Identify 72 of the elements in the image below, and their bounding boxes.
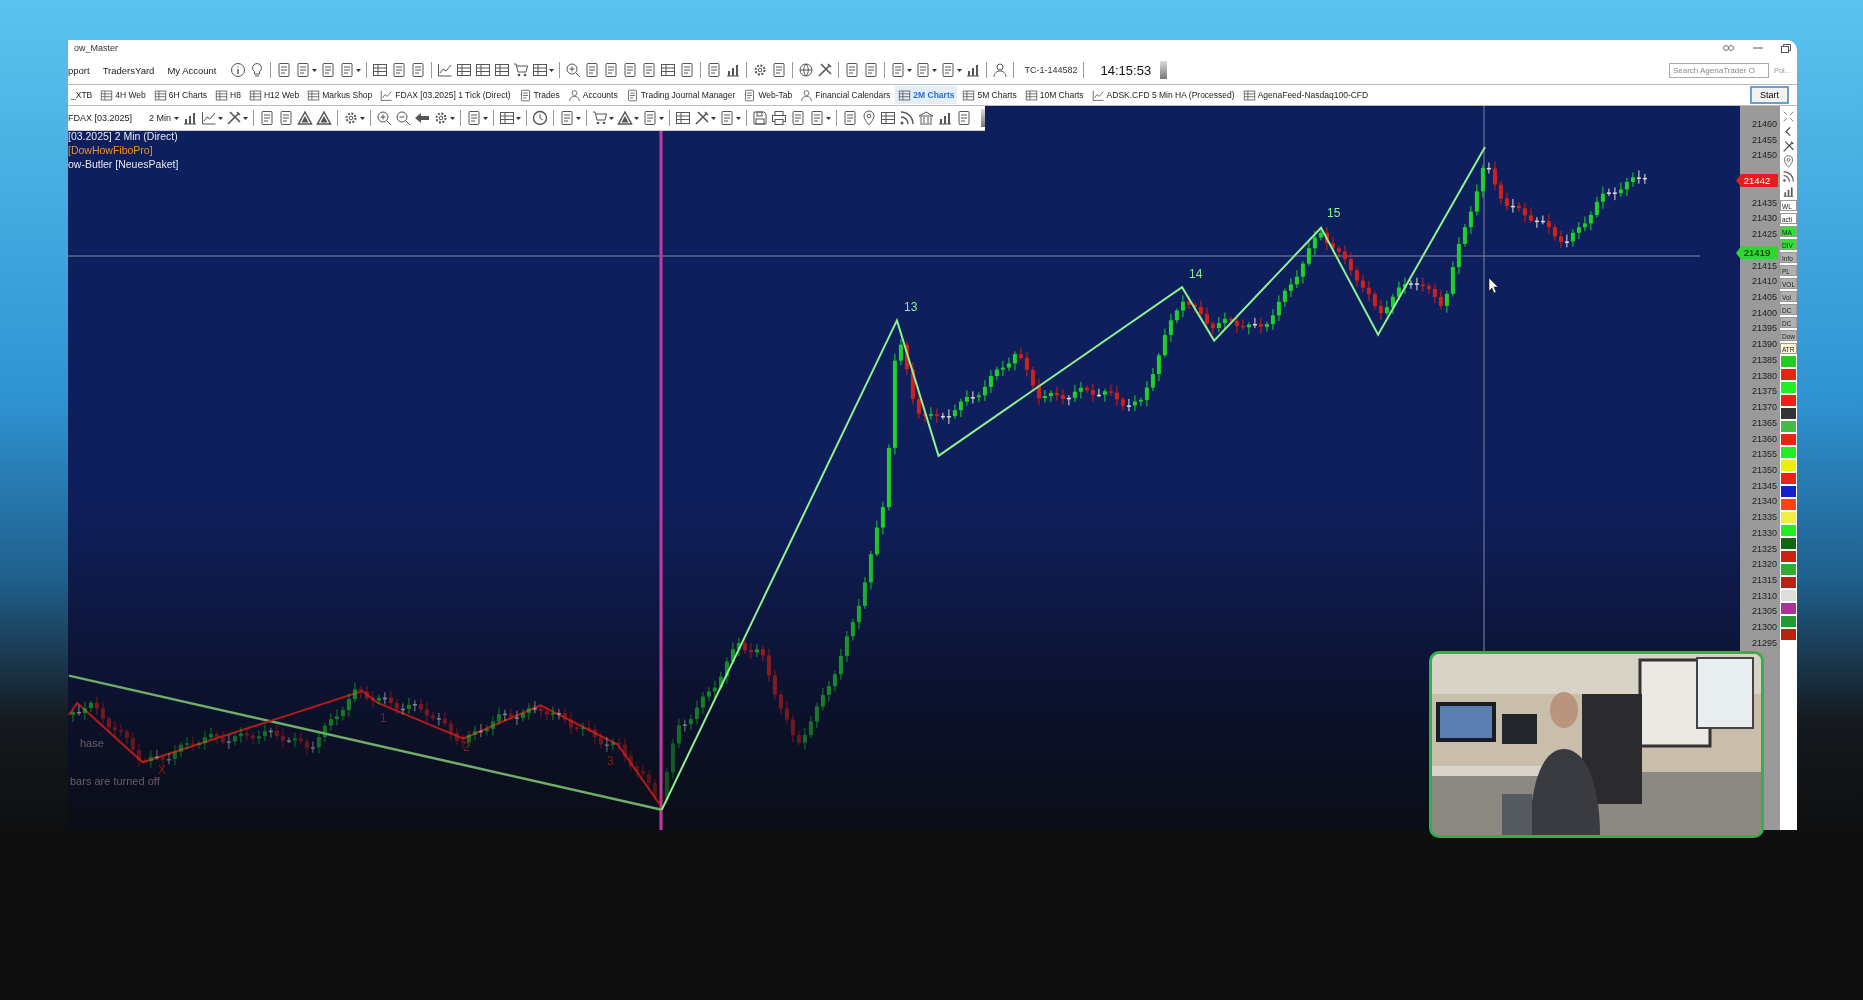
price-tick: 21395	[1751, 322, 1777, 335]
price-tick: 21380	[1751, 369, 1777, 382]
wave-label: 2	[463, 740, 470, 754]
price-tick: 21305	[1751, 605, 1777, 618]
tab[interactable]: _XTB	[68, 86, 96, 104]
tab[interactable]: 5M Charts	[959, 86, 1020, 104]
tab[interactable]: Accounts	[564, 86, 621, 104]
start-button[interactable]: Start	[1750, 86, 1789, 104]
price-tick: 21390	[1751, 338, 1777, 351]
price-tick: 21375	[1751, 385, 1777, 398]
timeframe-dropdown[interactable]: 2 Min	[147, 113, 174, 123]
price-tick: 21425	[1751, 228, 1777, 241]
price-tick: 21295	[1751, 636, 1777, 649]
menu-item[interactable]: TradersYard	[102, 64, 155, 76]
price-tick: 21360	[1751, 432, 1777, 445]
price-tick: 21460	[1751, 118, 1777, 130]
chart-note: hase	[80, 737, 104, 749]
chart-note: bars are turned off	[70, 775, 160, 787]
clock: 14:15:53	[1100, 62, 1152, 78]
price-tick: 21415	[1751, 259, 1777, 272]
price-tick: 21335	[1751, 511, 1777, 524]
chart-legend-label: [DowHowFiboPro]	[68, 143, 154, 157]
wave-label: 1	[380, 711, 387, 725]
price-tick: 21365	[1751, 416, 1777, 429]
price-tick: 21310	[1751, 589, 1777, 602]
wave-label: X	[158, 763, 166, 777]
wave-label: 15	[1327, 206, 1341, 220]
price-tick: 21320	[1751, 558, 1777, 571]
connection-label: TC-1-144582	[1024, 65, 1078, 75]
price-tick: 21370	[1751, 401, 1777, 414]
tab[interactable]: 10M Charts	[1021, 86, 1087, 104]
chart-legend-label: ow-Butler [NeuesPaket]	[68, 157, 179, 171]
tab[interactable]: Trading Journal Manager	[622, 86, 739, 104]
tab[interactable]: 6H Charts	[150, 86, 211, 104]
tab[interactable]: 4H Web	[97, 86, 149, 104]
menu-item[interactable]: My Account	[167, 64, 217, 76]
price-tick: 21345	[1751, 479, 1777, 492]
search-field[interactable]: Search AgenaTrader O	[1668, 62, 1769, 78]
tab[interactable]: Markus Shop	[304, 86, 376, 104]
tab[interactable]: H12 Web	[245, 86, 303, 104]
price-tick: 21435	[1751, 196, 1777, 209]
instrument-selector[interactable]: FDAX [03.2025]	[68, 113, 133, 123]
price-tick: 21330	[1751, 526, 1777, 539]
price-tick: 21300	[1751, 621, 1777, 634]
price-marker: 21419	[1736, 246, 1778, 260]
price-marker: 21442	[1736, 174, 1778, 188]
chart-legend-label: [03.2025] 2 Min (Direct)	[68, 129, 179, 143]
wave-label: 13	[904, 300, 918, 314]
wave-label: 3	[607, 754, 614, 768]
tab[interactable]: AgenaFeed-Nasdaq100-CFD	[1239, 86, 1372, 104]
tab[interactable]: Trades	[515, 86, 563, 104]
tab[interactable]: 2M Charts	[895, 86, 958, 104]
price-tick: 21340	[1751, 495, 1777, 508]
price-tick: 21350	[1751, 463, 1777, 476]
price-tick: 21400	[1751, 306, 1777, 319]
price-tick: 21405	[1751, 290, 1777, 303]
price-tick: 21410	[1751, 275, 1777, 288]
price-tick: 21355	[1751, 448, 1777, 461]
tab[interactable]: Financial Calendars	[797, 86, 894, 104]
tab[interactable]: H8	[212, 86, 244, 104]
wave-label: 14	[1189, 267, 1203, 281]
tab[interactable]: Web-Tab	[740, 86, 796, 104]
menu-item[interactable]: pport	[68, 64, 90, 76]
price-tick: 21455	[1751, 133, 1777, 146]
price-tick: 21325	[1751, 542, 1777, 555]
tab[interactable]: FDAX [03.2025] 1 Tick (Direct)	[377, 86, 514, 104]
price-tick: 21430	[1751, 212, 1777, 225]
price-tick: 21315	[1751, 574, 1777, 586]
window-title: ow_Master	[74, 43, 118, 53]
tab[interactable]: ADSK.CFD 5 Min HA (Processed)	[1088, 86, 1238, 104]
price-tick: 21450	[1751, 149, 1777, 162]
price-tick: 21385	[1751, 353, 1777, 366]
